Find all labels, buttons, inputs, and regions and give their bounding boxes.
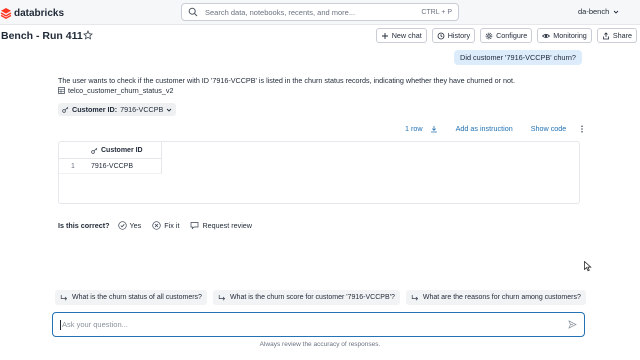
workspace-name: da-bench bbox=[578, 7, 610, 16]
history-button[interactable]: History bbox=[431, 28, 476, 43]
result-toolbar: 1 row Add as instruction Show code bbox=[405, 124, 586, 133]
suggestion-text: What is the churn status of all customer… bbox=[72, 294, 202, 301]
search-bar[interactable]: Search data, notebooks, recents, and mor… bbox=[181, 3, 459, 21]
header-actions: New chat History Configure Monitoring Sh… bbox=[375, 28, 637, 43]
suggestion-chip[interactable]: What is the churn status of all customer… bbox=[55, 290, 207, 305]
check-circle-icon bbox=[117, 221, 127, 230]
logo-text: databricks bbox=[14, 7, 65, 19]
filter-value: 7916-VCCPB bbox=[120, 105, 164, 114]
filter-chip[interactable]: Customer ID: 7916-VCCPB bbox=[58, 103, 177, 116]
chevron-down-icon bbox=[166, 108, 172, 112]
add-as-instruction-link[interactable]: Add as instruction bbox=[456, 124, 513, 133]
suggestion-text: What is the churn score for customer '79… bbox=[229, 294, 395, 301]
feedback-question: Is this correct? bbox=[58, 221, 110, 230]
star-icon[interactable] bbox=[83, 30, 93, 40]
search-shortcut: CTRL + P bbox=[421, 8, 452, 16]
mouse-cursor-icon bbox=[584, 261, 592, 272]
monitoring-label: Monitoring bbox=[553, 31, 587, 40]
request-review-button[interactable]: Request review bbox=[190, 221, 252, 230]
fix-it-label: Fix it bbox=[164, 221, 180, 230]
new-chat-label: New chat bbox=[391, 31, 422, 40]
gear-icon bbox=[485, 32, 493, 39]
column-header[interactable]: Customer ID bbox=[87, 142, 162, 159]
table-reference[interactable]: telco_customer_churn_status_v2 bbox=[58, 86, 173, 95]
history-icon bbox=[437, 32, 445, 39]
disclaimer-text: Always review the accuracy of responses. bbox=[259, 341, 381, 348]
plus-icon bbox=[381, 32, 388, 39]
table-reference-name: telco_customer_churn_status_v2 bbox=[68, 86, 174, 95]
chat-bubble-icon bbox=[191, 222, 199, 230]
search-placeholder: Search data, notebooks, recents, and mor… bbox=[205, 7, 356, 17]
download-icon[interactable] bbox=[430, 125, 438, 133]
new-chat-button[interactable]: New chat bbox=[375, 28, 427, 43]
row-number: 1 bbox=[59, 159, 87, 174]
eye-icon bbox=[542, 33, 551, 38]
filter-label: Customer ID: bbox=[72, 105, 118, 114]
request-review-label: Request review bbox=[202, 221, 252, 230]
send-icon[interactable] bbox=[568, 320, 577, 329]
history-label: History bbox=[447, 31, 471, 40]
key-icon bbox=[91, 147, 98, 154]
close-circle-icon bbox=[152, 221, 161, 230]
yes-label: Yes bbox=[129, 221, 142, 230]
row-count: 1 row bbox=[405, 124, 423, 133]
table-icon bbox=[58, 87, 65, 94]
databricks-logo-icon bbox=[0, 8, 12, 19]
question-input[interactable]: Ask your question... bbox=[52, 312, 585, 337]
share-button[interactable]: Share bbox=[596, 28, 637, 43]
text-caret bbox=[60, 319, 61, 330]
arrow-return-icon bbox=[60, 294, 68, 300]
top-bar: databricks Search data, notebooks, recen… bbox=[0, 0, 640, 25]
arrow-return-icon bbox=[411, 294, 418, 300]
suggestion-chip[interactable]: What are the reasons for churn among cus… bbox=[405, 290, 586, 305]
configure-button[interactable]: Configure bbox=[480, 28, 533, 43]
suggestion-chip[interactable]: What is the churn score for customer '79… bbox=[212, 290, 400, 305]
share-label: Share bbox=[612, 31, 632, 40]
monitoring-button[interactable]: Monitoring bbox=[537, 28, 592, 43]
result-table: Customer ID 1 7916-VCCPB bbox=[58, 141, 580, 204]
suggestion-text: What are the reasons for churn among cus… bbox=[422, 294, 581, 301]
suggested-questions: What is the churn status of all customer… bbox=[55, 290, 586, 305]
databricks-logo[interactable]: databricks bbox=[0, 6, 64, 20]
column-header-label: Customer ID bbox=[101, 146, 143, 154]
page-title: Bench - Run 411 bbox=[1, 30, 83, 42]
question-input-placeholder: Ask your question... bbox=[62, 320, 128, 329]
workspace-selector[interactable]: da-bench bbox=[578, 7, 619, 16]
configure-label: Configure bbox=[496, 31, 528, 40]
table-corner bbox=[59, 142, 87, 159]
fix-it-button[interactable]: Fix it bbox=[152, 221, 179, 230]
assistant-message: The user wants to check if the customer … bbox=[58, 76, 515, 85]
key-icon bbox=[62, 106, 69, 113]
yes-button[interactable]: Yes bbox=[117, 221, 142, 230]
user-message: Did customer '7916-VCCPB' churn? bbox=[454, 50, 582, 65]
table-cell[interactable]: 7916-VCCPB bbox=[87, 159, 162, 174]
share-icon bbox=[602, 31, 609, 39]
chevron-down-icon bbox=[613, 10, 619, 14]
more-options-icon[interactable] bbox=[578, 124, 586, 133]
arrow-return-icon bbox=[218, 294, 226, 300]
show-code-link[interactable]: Show code bbox=[531, 124, 567, 133]
feedback-bar: Is this correct? Yes Fix it Request revi… bbox=[58, 221, 263, 230]
search-icon bbox=[188, 7, 198, 17]
